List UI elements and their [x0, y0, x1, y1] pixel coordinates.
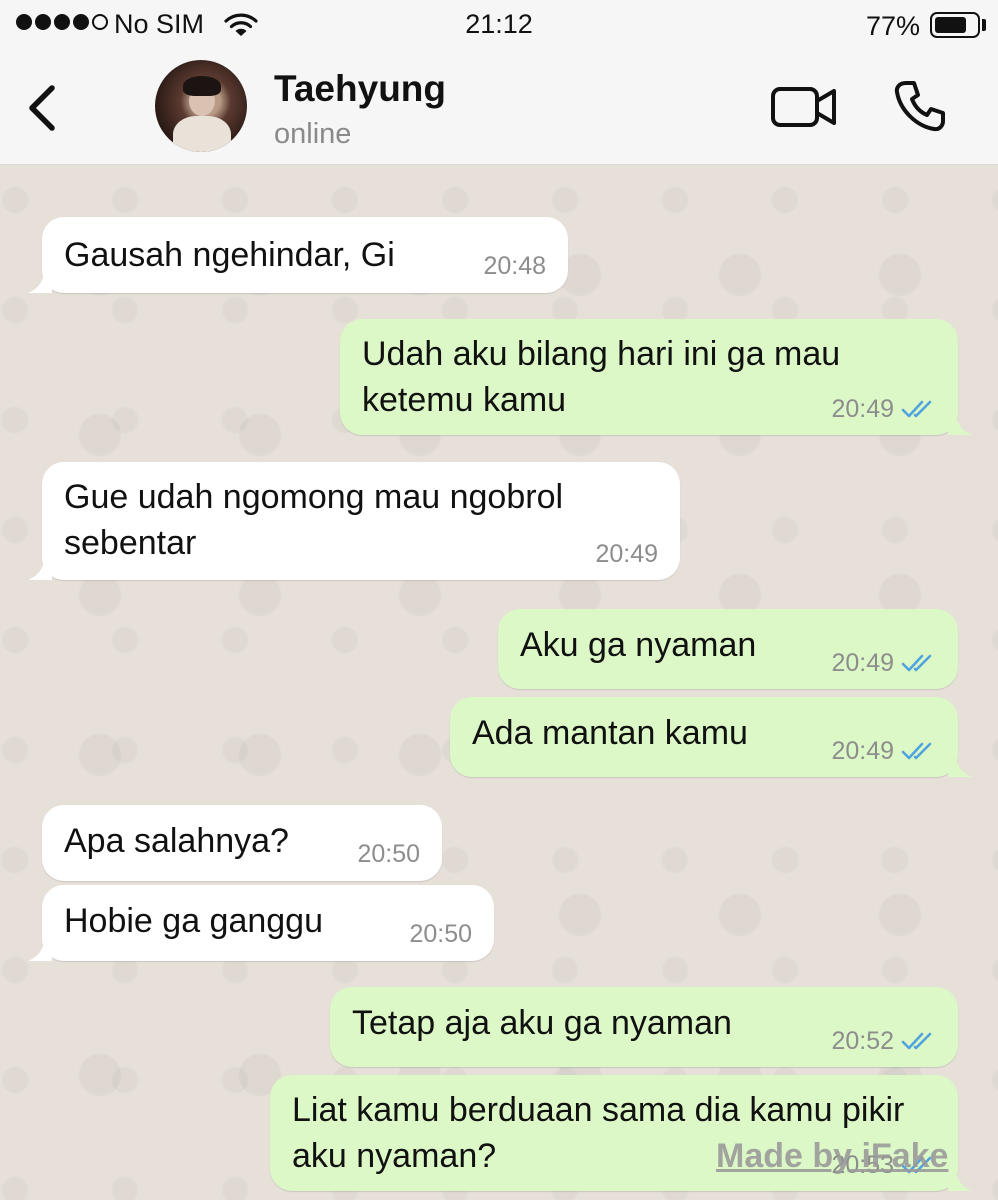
chat-message-area[interactable]: Gausah ngehindar, Gi 20:48 Udah aku bila… — [0, 165, 998, 1200]
contact-avatar[interactable] — [155, 60, 247, 152]
message-meta: 20:49 — [831, 395, 938, 423]
message-meta: 20:49 — [595, 540, 658, 568]
watermark: Made by iFake — [716, 1137, 949, 1175]
bubble-tail — [28, 558, 52, 580]
message-meta: 20:50 — [357, 840, 420, 868]
message-meta: 20:48 — [483, 252, 546, 280]
contact-name[interactable]: Taehyung — [274, 68, 446, 110]
outgoing-message-bubble[interactable]: Udah aku bilang hari ini ga mau ketemu k… — [340, 319, 972, 435]
read-receipt-double-check-icon — [901, 654, 932, 672]
bubble-tail — [28, 271, 52, 293]
outgoing-message-bubble[interactable]: Tetap aja aku ga nyaman 20:52 — [330, 987, 958, 1067]
read-receipt-double-check-icon — [901, 742, 932, 760]
message-time: 20:49 — [831, 649, 894, 677]
message-meta: 20:52 — [831, 1027, 938, 1055]
back-chevron-icon[interactable] — [24, 82, 58, 134]
video-call-icon[interactable] — [770, 84, 838, 130]
battery-percentage: 77% — [866, 11, 921, 41]
bubble-tail — [948, 755, 972, 777]
bubble-tail — [948, 1169, 972, 1191]
message-time: 20:49 — [595, 540, 658, 568]
message-time: 20:49 — [831, 395, 894, 423]
read-receipt-double-check-icon — [901, 400, 932, 418]
message-time: 20:50 — [409, 920, 472, 948]
contact-online-status: online — [274, 118, 352, 150]
read-receipt-double-check-icon — [901, 1032, 932, 1050]
outgoing-message-bubble[interactable]: Ada mantan kamu 20:49 — [450, 697, 972, 777]
message-time: 20:49 — [831, 737, 894, 765]
bubble-tail — [28, 939, 52, 961]
status-bar: No SIM 21:12 77% — [0, 0, 998, 52]
message-meta: 20:50 — [409, 920, 472, 948]
chat-header: Taehyung online — [0, 52, 998, 165]
incoming-message-bubble[interactable]: Apa salahnya? 20:50 — [42, 805, 442, 881]
battery-level-fill — [935, 17, 966, 33]
incoming-message-bubble[interactable]: Gausah ngehindar, Gi 20:48 — [28, 217, 568, 293]
incoming-message-bubble[interactable]: Hobie ga ganggu 20:50 — [28, 885, 494, 961]
message-meta: 20:49 — [831, 649, 938, 677]
message-time: 20:48 — [483, 252, 546, 280]
message-time: 20:52 — [831, 1027, 894, 1055]
message-text: Gausah ngehindar, Gi — [64, 236, 395, 274]
message-text: Gue udah ngomong mau ngobrol sebentar — [64, 478, 564, 562]
outgoing-message-bubble[interactable]: Aku ga nyaman 20:49 — [498, 609, 958, 689]
message-time: 20:50 — [357, 840, 420, 868]
battery-nub — [982, 19, 986, 31]
bubble-tail — [948, 413, 972, 435]
incoming-message-bubble[interactable]: Gue udah ngomong mau ngobrol sebentar 20… — [28, 462, 680, 580]
phone-call-icon[interactable] — [892, 78, 948, 134]
status-time: 21:12 — [465, 9, 533, 39]
message-meta: 20:49 — [831, 737, 938, 765]
battery-icon — [930, 12, 980, 38]
